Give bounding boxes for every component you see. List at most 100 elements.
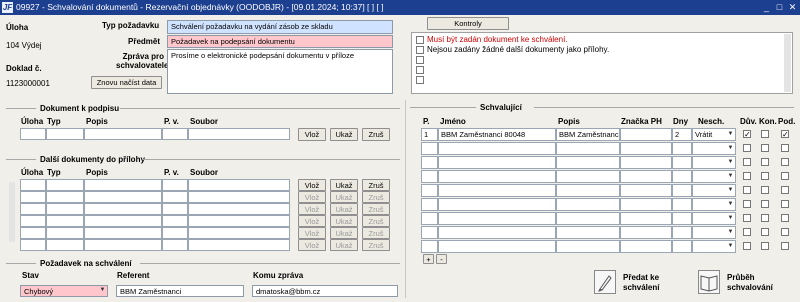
approver-name-cell[interactable]: BBM Zaměstnanci 80048 xyxy=(438,128,556,141)
kontroly-checkbox-2[interactable] xyxy=(416,46,424,54)
att-show-button[interactable]: Ukaž xyxy=(330,227,358,239)
approver-popis-cell[interactable] xyxy=(556,212,620,225)
approver-znacka-cell[interactable] xyxy=(620,212,672,225)
approver-popis-cell[interactable] xyxy=(556,142,620,155)
approver-duv-checkbox[interactable] xyxy=(743,158,751,166)
chevron-down-icon[interactable]: ▼ xyxy=(726,228,735,237)
att-show-button[interactable]: Ukaž xyxy=(330,215,358,227)
doc-cell-pv[interactable] xyxy=(162,128,188,140)
approver-name-cell[interactable] xyxy=(438,142,556,155)
att-insert-button[interactable]: Vlož xyxy=(298,215,326,227)
attachment-cell[interactable] xyxy=(46,191,84,203)
attachment-cell[interactable] xyxy=(84,215,162,227)
chevron-down-icon[interactable]: ▼ xyxy=(726,242,735,251)
approver-dny-cell[interactable] xyxy=(672,142,692,155)
approver-pod-checkbox[interactable] xyxy=(781,228,789,236)
approver-pod-checkbox[interactable]: ✓ xyxy=(781,130,789,139)
doc-delete-button[interactable]: Zruš xyxy=(362,128,390,141)
attachment-cell[interactable] xyxy=(20,191,46,203)
approver-pod-checkbox[interactable] xyxy=(781,242,789,250)
att-delete-button[interactable]: Zruš xyxy=(362,215,390,227)
approver-dny-cell[interactable] xyxy=(672,198,692,211)
att-insert-button[interactable]: Vlož xyxy=(298,179,326,191)
attachment-cell[interactable] xyxy=(188,191,290,203)
approver-dny-cell[interactable] xyxy=(672,240,692,253)
att-insert-button[interactable]: Vlož xyxy=(298,191,326,203)
att-delete-button[interactable]: Zruš xyxy=(362,227,390,239)
att-delete-button[interactable]: Zruš xyxy=(362,239,390,251)
kontroly-scrollbar[interactable] xyxy=(784,34,791,92)
approver-name-cell[interactable] xyxy=(438,170,556,183)
approver-name-cell[interactable] xyxy=(438,240,556,253)
att-show-button[interactable]: Ukaž xyxy=(330,179,358,191)
pen-icon[interactable] xyxy=(594,270,616,294)
chevron-down-icon[interactable]: ▼ xyxy=(726,144,735,153)
chevron-down-icon[interactable]: ▼ xyxy=(726,130,735,139)
approver-pod-checkbox[interactable] xyxy=(781,172,789,180)
attachment-cell[interactable] xyxy=(20,215,46,227)
approver-popis-cell[interactable] xyxy=(556,226,620,239)
att-delete-button[interactable]: Zruš xyxy=(362,179,390,191)
doc-cell-typ[interactable] xyxy=(46,128,84,140)
komu-field[interactable]: dmatoska@bbm.cz xyxy=(252,285,398,297)
typ-pozadavku-field[interactable]: Schválení požadavku na vydání zásob ze s… xyxy=(167,20,393,34)
att-delete-button[interactable]: Zruš xyxy=(362,191,390,203)
attachment-cell[interactable] xyxy=(46,239,84,251)
approver-dny-cell[interactable] xyxy=(672,226,692,239)
attachment-cell[interactable] xyxy=(46,215,84,227)
approver-p-cell[interactable] xyxy=(421,184,438,197)
kontroly-button[interactable]: Kontroly xyxy=(427,17,509,30)
attachment-cell[interactable] xyxy=(162,203,188,215)
attachment-cell[interactable] xyxy=(188,239,290,251)
zprava-field[interactable]: Prosíme o elektronické podepsání dokumen… xyxy=(167,49,393,94)
attachment-cell[interactable] xyxy=(46,179,84,191)
approver-popis-cell[interactable] xyxy=(556,156,620,169)
attachment-cell[interactable] xyxy=(188,215,290,227)
approver-dny-cell[interactable] xyxy=(672,156,692,169)
referent-field[interactable]: BBM Zaměstnanci xyxy=(116,285,244,297)
attachment-cell[interactable] xyxy=(188,179,290,191)
chevron-down-icon[interactable]: ▼ xyxy=(726,200,735,209)
approver-duv-checkbox[interactable]: ✓ xyxy=(743,130,751,139)
approver-pod-checkbox[interactable] xyxy=(781,200,789,208)
approver-popis-cell[interactable] xyxy=(556,184,620,197)
attachment-cell[interactable] xyxy=(84,227,162,239)
attachment-cell[interactable] xyxy=(162,227,188,239)
approver-duv-checkbox[interactable] xyxy=(743,172,751,180)
doc-cell-soubor[interactable] xyxy=(188,128,290,140)
kontroly-checkbox-5[interactable] xyxy=(416,76,424,84)
approver-name-cell[interactable] xyxy=(438,156,556,169)
add-approver-button[interactable]: + xyxy=(423,254,434,264)
attachment-cell[interactable] xyxy=(162,179,188,191)
approver-duv-checkbox[interactable] xyxy=(743,242,751,250)
kontroly-checkbox-3[interactable] xyxy=(416,56,424,64)
attachment-cell[interactable] xyxy=(84,191,162,203)
approver-znacka-cell[interactable] xyxy=(620,128,672,141)
approver-name-cell[interactable] xyxy=(438,226,556,239)
att-delete-button[interactable]: Zruš xyxy=(362,203,390,215)
approver-znacka-cell[interactable] xyxy=(620,156,672,169)
approver-popis-cell[interactable] xyxy=(556,198,620,211)
approver-duv-checkbox[interactable] xyxy=(743,186,751,194)
doc-cell-popis[interactable] xyxy=(84,128,162,140)
attachment-cell[interactable] xyxy=(46,227,84,239)
chevron-down-icon[interactable]: ▼ xyxy=(726,214,735,223)
att-show-button[interactable]: Ukaž xyxy=(330,191,358,203)
maximize-button[interactable]: □ xyxy=(774,2,785,13)
doc-cell-uloha[interactable] xyxy=(20,128,46,140)
approver-kon-checkbox[interactable] xyxy=(761,144,769,152)
reload-data-button[interactable]: Znovu načíst data xyxy=(91,76,162,89)
approver-kon-checkbox[interactable] xyxy=(761,158,769,166)
approver-popis-cell[interactable]: BBM Zaměstnanc xyxy=(556,128,620,141)
kontroly-checkbox-4[interactable] xyxy=(416,66,424,74)
splitter[interactable] xyxy=(405,100,406,298)
attachment-cell[interactable] xyxy=(162,215,188,227)
attachment-cell[interactable] xyxy=(84,203,162,215)
approver-pod-checkbox[interactable] xyxy=(781,158,789,166)
approver-popis-cell[interactable] xyxy=(556,240,620,253)
attachment-cell[interactable] xyxy=(20,203,46,215)
approver-kon-checkbox[interactable] xyxy=(761,214,769,222)
attachment-cell[interactable] xyxy=(20,227,46,239)
approver-znacka-cell[interactable] xyxy=(620,198,672,211)
attachment-cell[interactable] xyxy=(162,239,188,251)
